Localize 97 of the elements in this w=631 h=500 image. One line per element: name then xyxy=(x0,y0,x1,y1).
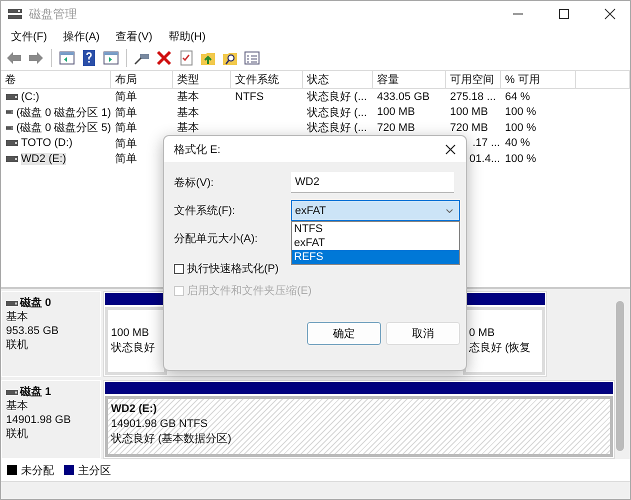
partition-block[interactable]: WD2 (E:) 14901.98 GB NTFS 状态良好 (基本数据分区) xyxy=(105,396,613,457)
volume-name[interactable]: (磁盘 0 磁盘分区 5) xyxy=(16,120,111,136)
drive-icon xyxy=(6,300,18,306)
column-header[interactable]: 可用空间 xyxy=(446,71,501,88)
table-cell: 100 % xyxy=(505,152,536,165)
delete-icon[interactable] xyxy=(155,49,173,67)
table-cell: 基本 xyxy=(177,106,199,119)
partition-info: 0 MB xyxy=(469,326,496,341)
disk-size: 14901.98 GB xyxy=(6,413,72,427)
disk-management-icon xyxy=(7,7,23,21)
ok-button[interactable]: 确定 xyxy=(307,322,381,345)
dropdown-option[interactable]: NTFS xyxy=(292,222,459,236)
table-cell: 275.18 ... xyxy=(450,90,496,103)
table-cell: 433.05 GB xyxy=(377,90,430,103)
column-header[interactable]: 类型 xyxy=(173,71,231,88)
drive-icon xyxy=(6,94,18,100)
partition-block[interactable]: 0 MB 态良好 (恢复 xyxy=(463,307,545,375)
table-cell: 100 % xyxy=(505,106,536,118)
column-header[interactable]: 布局 xyxy=(111,71,173,88)
disk-label-panel[interactable]: 磁盘 0 基本 953.85 GB 联机 xyxy=(1,291,101,377)
table-cell: 100 % xyxy=(505,122,536,134)
volume-name[interactable]: WD2 (E:) xyxy=(21,152,66,165)
partition-info: 100 MB xyxy=(111,326,150,341)
table-cell: NTFS xyxy=(235,90,264,103)
volume-name[interactable]: (磁盘 0 磁盘分区 1) xyxy=(16,104,111,120)
help-icon[interactable] xyxy=(80,49,98,67)
dropdown-option[interactable]: REFS xyxy=(292,250,459,264)
menu-item[interactable]: 操作(A) xyxy=(63,29,100,44)
drive-icon xyxy=(6,140,18,146)
table-cell: 64 % xyxy=(505,90,530,103)
checkbox[interactable] xyxy=(174,264,184,274)
drive-icon xyxy=(6,109,14,116)
panel-icon[interactable] xyxy=(58,49,76,67)
drive-icon xyxy=(6,124,14,131)
table-cell: 状态良好 (... xyxy=(307,91,367,104)
table-cell: 状态良好 (... xyxy=(307,106,367,119)
table-cell: 基本 xyxy=(177,122,199,134)
table-cell: 720 MB xyxy=(450,122,488,134)
drive-icon xyxy=(6,390,18,394)
table-cell: 01.4... xyxy=(469,152,500,165)
table-cell: 100 MB xyxy=(450,106,488,118)
forward-arrow-icon[interactable] xyxy=(27,49,45,67)
column-header[interactable]: 卷 xyxy=(1,71,111,88)
table-cell: 简单 xyxy=(115,91,137,104)
table-cell: 40 % xyxy=(505,137,530,150)
volume-name[interactable]: (C:) xyxy=(21,90,40,103)
cancel-button[interactable]: 取消 xyxy=(386,322,460,345)
scrollbar[interactable] xyxy=(616,301,624,451)
legend-label: 未分配 xyxy=(21,464,54,478)
disk-type: 基本 xyxy=(6,399,29,413)
field-label: 文件系统(F): xyxy=(174,204,236,218)
partition-info: 状态良好 (基本数据分区) xyxy=(111,432,232,447)
disk-status: 联机 xyxy=(6,338,29,352)
table-cell: 简单 xyxy=(115,138,137,150)
close-icon[interactable] xyxy=(445,144,456,154)
table-cell: 简单 xyxy=(115,106,137,119)
volume-name[interactable]: TOTO (D:) xyxy=(21,137,73,150)
table-cell: 100 MB xyxy=(377,106,415,118)
table-cell: 720 MB xyxy=(377,122,415,134)
partition-info: 14901.98 GB NTFS xyxy=(111,417,209,432)
maximize-icon[interactable] xyxy=(558,8,570,20)
disk-type: 基本 xyxy=(6,310,29,324)
dialog-title: 格式化 E: xyxy=(174,142,220,156)
drive-icon xyxy=(6,156,18,162)
table-cell: .17 ... xyxy=(472,137,500,150)
dropdown-option[interactable]: exFAT xyxy=(292,236,459,250)
file-system-dropdown[interactable]: exFAT xyxy=(291,200,460,221)
disk-name: 磁盘 1 xyxy=(20,385,52,399)
table-cell: 基本 xyxy=(177,91,199,104)
close-icon[interactable] xyxy=(604,8,616,20)
legend-label: 主分区 xyxy=(78,464,111,478)
partition-info: 态良好 (恢复 xyxy=(469,341,532,356)
partition-block[interactable]: 100 MB 状态良好 xyxy=(105,307,167,375)
column-header[interactable]: 文件系统 xyxy=(231,71,303,88)
table-cell: 简单 xyxy=(115,122,137,134)
partition-info: 状态良好 xyxy=(111,341,156,356)
volume-label-field[interactable]: WD2 xyxy=(291,172,454,193)
field-label: 卷标(V): xyxy=(174,176,215,190)
panel-icon[interactable] xyxy=(102,49,120,67)
checkbox-label[interactable]: 执行快速格式化(P) xyxy=(187,261,279,276)
menu-item[interactable]: 文件(F) xyxy=(11,29,48,44)
column-header[interactable]: 状态 xyxy=(303,71,373,88)
table-cell: 简单 xyxy=(115,153,137,166)
chevron-icon xyxy=(446,208,453,212)
partition-title: WD2 (E:) xyxy=(111,402,158,417)
list-icon[interactable] xyxy=(243,49,261,67)
column-header[interactable]: % 可用 xyxy=(501,71,576,88)
field-label: 分配单元大小(A): xyxy=(174,232,259,246)
menu-item[interactable]: 帮助(H) xyxy=(168,29,206,44)
table-cell: 状态良好 (... xyxy=(307,122,367,134)
window-title: 磁盘管理 xyxy=(29,6,77,22)
disk-label-panel[interactable]: 磁盘 1 基本 14901.98 GB 联机 xyxy=(1,380,101,459)
disk-name: 磁盘 0 xyxy=(20,296,52,310)
disk-status: 联机 xyxy=(6,427,29,441)
menu-item[interactable]: 查看(V) xyxy=(116,29,152,44)
column-header[interactable]: 容量 xyxy=(373,71,446,88)
disk-size: 953.85 GB xyxy=(6,324,60,338)
